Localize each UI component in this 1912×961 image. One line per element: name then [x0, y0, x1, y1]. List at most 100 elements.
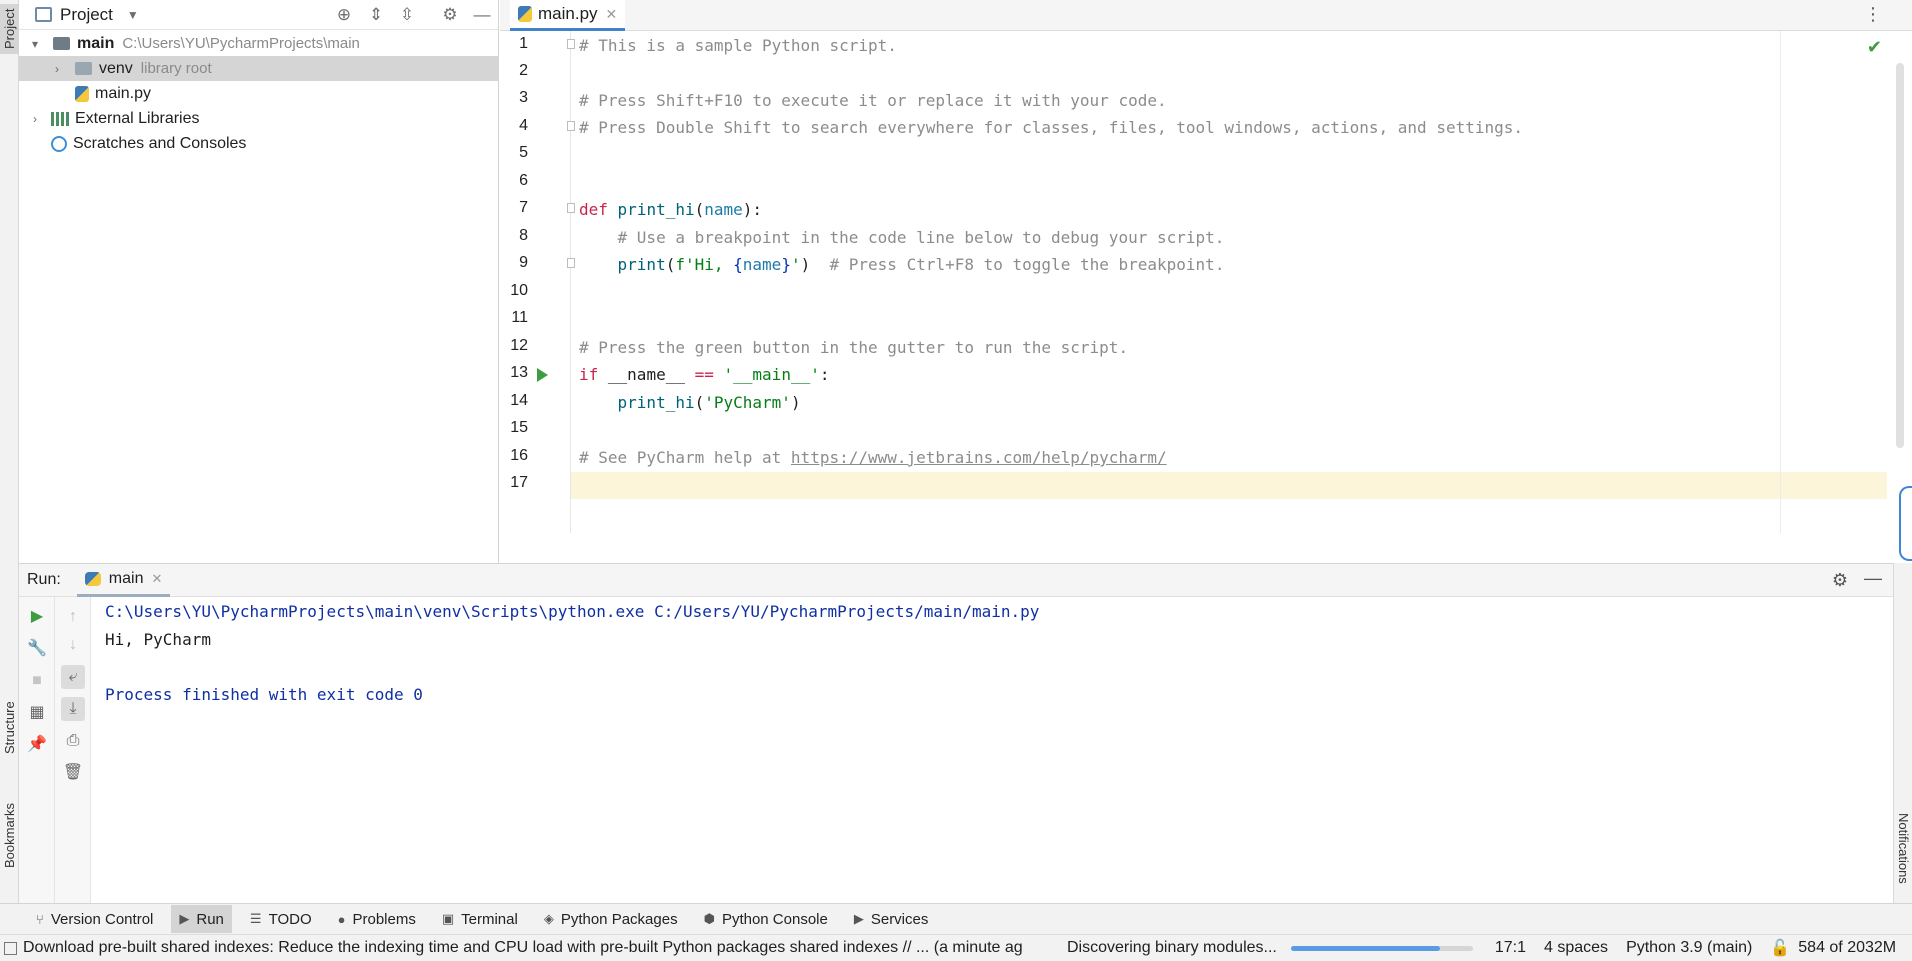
chevron-down-icon[interactable]: ▾ — [27, 37, 43, 51]
stop-icon[interactable]: ■ — [25, 669, 49, 693]
tree-item-venv[interactable]: › venv library root — [19, 56, 498, 81]
line-number: 3 — [519, 89, 528, 106]
fold-marker-icon[interactable] — [567, 258, 575, 268]
comment: # Use a breakpoint in the code line belo… — [617, 228, 1225, 247]
run-gutter-icon[interactable] — [537, 368, 548, 382]
version-control-icon: ⑂ — [36, 911, 44, 927]
python-file-icon — [518, 6, 532, 22]
background-task-label[interactable]: Discovering binary modules... — [1067, 939, 1277, 957]
string: '__main__' — [723, 365, 820, 384]
console-output-line: Hi, PyCharm — [105, 630, 211, 649]
collapse-all-icon[interactable]: ⇳ — [396, 5, 418, 25]
tree-item-main[interactable]: ▾ main C:\Users\YU\PycharmProjects\main — [19, 31, 498, 56]
code-line-7: def print_hi(name): — [579, 197, 762, 223]
tool-services[interactable]: ▶ Services — [846, 905, 937, 933]
bookmarks-stripe-button[interactable]: Bookmarks — [0, 790, 19, 880]
run-toolbar-secondary: ↑ ↓ ⤶ ⤓ ⎙ 🗑 — [55, 597, 91, 903]
run-window-header: Run: main ✕ ⚙ — — [19, 563, 1912, 597]
soft-wrap-icon[interactable]: ⤶ — [61, 665, 85, 689]
comment: # Press Ctrl+F8 to toggle the breakpoint… — [829, 255, 1225, 274]
status-message[interactable]: Download pre-built shared indexes: Reduc… — [23, 939, 1067, 957]
services-icon: ▶ — [853, 911, 864, 926]
tool-label: Run — [196, 910, 224, 928]
chevron-down-icon[interactable]: ▼ — [127, 8, 139, 22]
print-icon[interactable]: ⎙ — [61, 729, 85, 753]
tool-run[interactable]: ▶ Run — [171, 905, 232, 933]
layout-icon[interactable]: ▦ — [25, 701, 49, 725]
tool-python-console[interactable]: ⬢ Python Console — [696, 905, 836, 933]
tree-item-scratches[interactable]: Scratches and Consoles — [19, 131, 498, 156]
run-window: ▶ 🔧 ■ ▦ 📌 ↑ ↓ ⤶ ⤓ ⎙ 🗑 C:\Users\YU\Pychar… — [19, 597, 1893, 903]
fold-marker-icon[interactable] — [567, 39, 575, 49]
tool-label: TODO — [268, 910, 312, 928]
code-line-13: if __name__ == '__main__': — [579, 362, 829, 388]
pin-icon[interactable]: 📌 — [25, 733, 49, 757]
folder-icon — [75, 62, 92, 75]
interpreter-selector[interactable]: Python 3.9 (main) — [1626, 939, 1752, 957]
toggle-tool-windows-icon[interactable] — [4, 941, 17, 955]
arrow-down-icon[interactable]: ↓ — [61, 633, 85, 657]
trash-icon[interactable]: 🗑 — [61, 761, 85, 785]
chevron-right-icon[interactable]: › — [49, 62, 65, 76]
fold-marker-icon[interactable] — [567, 121, 575, 131]
tool-terminal[interactable]: ▣ Terminal — [434, 905, 526, 933]
code-line-4: # Press Double Shift to search everywher… — [579, 118, 1524, 137]
tree-item-label: main — [77, 34, 115, 52]
punct: ): — [742, 200, 763, 219]
tab-label: main.py — [538, 4, 598, 23]
arrow-up-icon[interactable]: ↑ — [61, 605, 85, 629]
run-tab-label: main — [108, 569, 144, 587]
expand-all-icon[interactable]: ⇕ — [365, 5, 387, 25]
line-number: 6 — [519, 172, 528, 189]
indent-setting[interactable]: 4 spaces — [1544, 939, 1608, 957]
brace: } — [781, 255, 791, 274]
project-stripe-button[interactable]: Project — [0, 4, 19, 54]
wrench-icon[interactable]: 🔧 — [25, 637, 49, 661]
close-icon[interactable]: ✕ — [151, 571, 162, 587]
chevron-right-icon[interactable]: › — [27, 112, 43, 126]
project-panel-title[interactable]: Project — [60, 5, 113, 25]
locate-file-icon[interactable]: ⊕ — [333, 5, 355, 25]
hide-panel-icon[interactable]: — — [1864, 568, 1882, 589]
punct: ( — [694, 200, 705, 219]
more-options-icon[interactable]: ⋮ — [1864, 4, 1882, 25]
rerun-icon[interactable]: ▶ — [25, 605, 49, 629]
structure-stripe-button[interactable]: Structure — [0, 688, 19, 768]
code-line-3: # Press Shift+F10 to execute it or repla… — [579, 91, 1167, 110]
project-view-icon — [35, 7, 52, 22]
fold-marker-icon[interactable] — [567, 203, 575, 213]
tool-python-packages[interactable]: ◈ Python Packages — [536, 905, 686, 933]
line-number: 7 — [519, 199, 528, 216]
editor-scrollbar[interactable] — [1896, 63, 1904, 448]
run-tab-main[interactable]: main ✕ — [76, 563, 171, 597]
gear-icon[interactable]: ⚙ — [439, 5, 461, 25]
lock-icon[interactable]: 🔓 — [1770, 938, 1790, 958]
project-panel: Project ▼ ⊕ ⇕ ⇳ ⚙ — ▾ main C:\Users\YU\P… — [19, 0, 499, 563]
help-link[interactable]: https://www.jetbrains.com/help/pycharm/ — [791, 448, 1167, 467]
tool-problems[interactable]: ● Problems — [330, 905, 424, 933]
run-label: Run: — [27, 571, 61, 588]
punct: ) — [790, 393, 801, 412]
task-progress-fill — [1290, 945, 1441, 951]
notifications-stripe-button[interactable]: Notifications — [1894, 788, 1912, 908]
tab-main-py[interactable]: main.py ✕ — [510, 0, 626, 31]
hide-panel-icon[interactable]: — — [471, 5, 493, 25]
close-icon[interactable]: ✕ — [606, 6, 618, 23]
editor-tab-bar: main.py ✕ ⋮ — [500, 0, 1912, 31]
caret-position[interactable]: 17:1 — [1495, 939, 1526, 957]
task-progress-bar[interactable] — [1290, 945, 1473, 951]
tree-item-main-py[interactable]: main.py — [19, 81, 498, 106]
tool-label: Problems — [352, 910, 416, 928]
scroll-indicator[interactable] — [1899, 486, 1912, 561]
tree-item-external-libraries[interactable]: › External Libraries — [19, 106, 498, 131]
function-name: print_hi — [617, 200, 695, 219]
tree-item-label: main.py — [95, 84, 152, 102]
scroll-to-end-icon[interactable]: ⤓ — [61, 697, 85, 721]
inspection-ok-icon[interactable]: ✔ — [1867, 37, 1882, 58]
tool-todo[interactable]: ☰ TODO — [242, 905, 320, 933]
memory-indicator[interactable]: 584 of 2032M — [1798, 939, 1896, 957]
gear-icon[interactable]: ⚙ — [1832, 570, 1848, 591]
console-command: C:\Users\YU\PycharmProjects\main\venv\Sc… — [105, 602, 1040, 621]
tool-version-control[interactable]: ⑂ Version Control — [28, 905, 161, 933]
code-editor[interactable]: 1 2 3 4 5 6 7 8 9 10 11 12 13 14 15 16 1… — [500, 31, 1912, 563]
